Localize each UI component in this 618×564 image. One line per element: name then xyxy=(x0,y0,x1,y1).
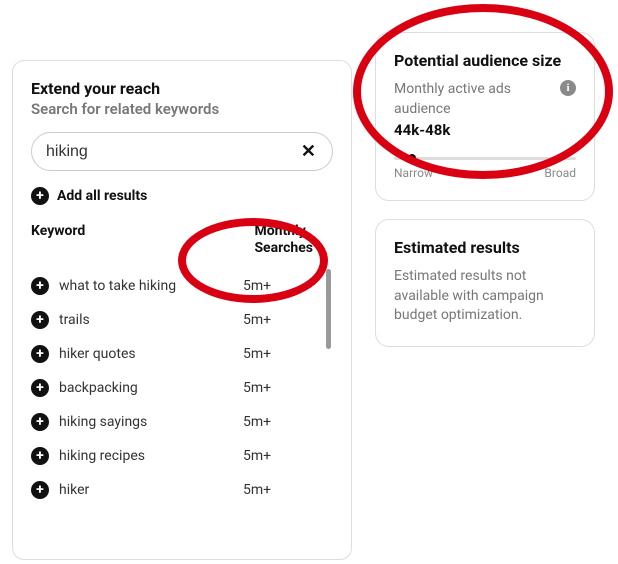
panel-subtitle: Search for related keywords xyxy=(31,100,333,118)
keyword-row: + what to take hiking 5m+ xyxy=(31,269,333,303)
keyword-value: 5m+ xyxy=(243,278,313,294)
audience-slider: Narrow Broad xyxy=(394,157,576,180)
keyword-value: 5m+ xyxy=(243,482,313,498)
slider-track[interactable] xyxy=(394,157,576,160)
keyword-name: backpacking xyxy=(59,380,233,396)
audience-title: Potential audience size xyxy=(394,51,576,70)
audience-size-card: Potential audience size Monthly active a… xyxy=(375,32,595,201)
keyword-list: + what to take hiking 5m+ + trails 5m+ +… xyxy=(31,269,333,507)
add-all-results-button[interactable]: + Add all results xyxy=(31,187,333,205)
add-keyword-icon[interactable]: + xyxy=(31,277,49,295)
add-keyword-icon[interactable]: + xyxy=(31,311,49,329)
audience-body: Monthly active ads audience 44k-48k i xyxy=(394,80,576,139)
slider-broad-label: Broad xyxy=(544,166,576,180)
est-body: Estimated results not available with cam… xyxy=(394,267,576,326)
extend-reach-panel: Extend your reach Search for related key… xyxy=(12,60,352,560)
header-keyword: Keyword xyxy=(31,223,85,239)
keyword-row: + hiking recipes 5m+ xyxy=(31,439,333,473)
slider-labels: Narrow Broad xyxy=(394,166,576,180)
add-keyword-icon[interactable]: + xyxy=(31,447,49,465)
keyword-name: trails xyxy=(59,312,233,328)
est-title: Estimated results xyxy=(394,238,576,257)
add-all-label: Add all results xyxy=(57,188,147,204)
keyword-row: + hiker 5m+ xyxy=(31,473,333,507)
add-keyword-icon[interactable]: + xyxy=(31,481,49,499)
keyword-search-input[interactable] xyxy=(46,143,299,161)
plus-icon: + xyxy=(31,187,49,205)
keyword-value: 5m+ xyxy=(243,448,313,464)
keyword-name: what to take hiking xyxy=(59,278,233,294)
keyword-value: 5m+ xyxy=(243,380,313,396)
keyword-search-wrap: ✕ xyxy=(31,132,333,171)
keyword-name: hiking recipes xyxy=(59,448,233,464)
add-keyword-icon[interactable]: + xyxy=(31,379,49,397)
audience-subtitle: Monthly active ads audience xyxy=(394,80,560,119)
add-keyword-icon[interactable]: + xyxy=(31,413,49,431)
info-icon[interactable]: i xyxy=(560,80,576,96)
keyword-name: hiker xyxy=(59,482,233,498)
add-keyword-icon[interactable]: + xyxy=(31,345,49,363)
header-monthly-searches: MonthlySearches xyxy=(254,223,313,257)
slider-handle[interactable] xyxy=(408,154,416,162)
estimated-results-card: Estimated results Estimated results not … xyxy=(375,219,595,347)
keyword-row: + hiking sayings 5m+ xyxy=(31,405,333,439)
keyword-value: 5m+ xyxy=(243,312,313,328)
right-column: Potential audience size Monthly active a… xyxy=(375,32,595,365)
keyword-row: + backpacking 5m+ xyxy=(31,371,333,405)
keyword-row: + trails 5m+ xyxy=(31,303,333,337)
keyword-table-header: Keyword MonthlySearches xyxy=(31,223,333,257)
audience-value: 44k-48k xyxy=(394,121,560,139)
keyword-value: 5m+ xyxy=(243,346,313,362)
clear-icon[interactable]: ✕ xyxy=(299,141,318,162)
scrollbar-thumb[interactable] xyxy=(326,269,331,349)
slider-narrow-label: Narrow xyxy=(394,166,433,180)
keyword-row: + hiker quotes 5m+ xyxy=(31,337,333,371)
keyword-name: hiking sayings xyxy=(59,414,233,430)
keyword-name: hiker quotes xyxy=(59,346,233,362)
keyword-value: 5m+ xyxy=(243,414,313,430)
panel-title: Extend your reach xyxy=(31,79,333,98)
